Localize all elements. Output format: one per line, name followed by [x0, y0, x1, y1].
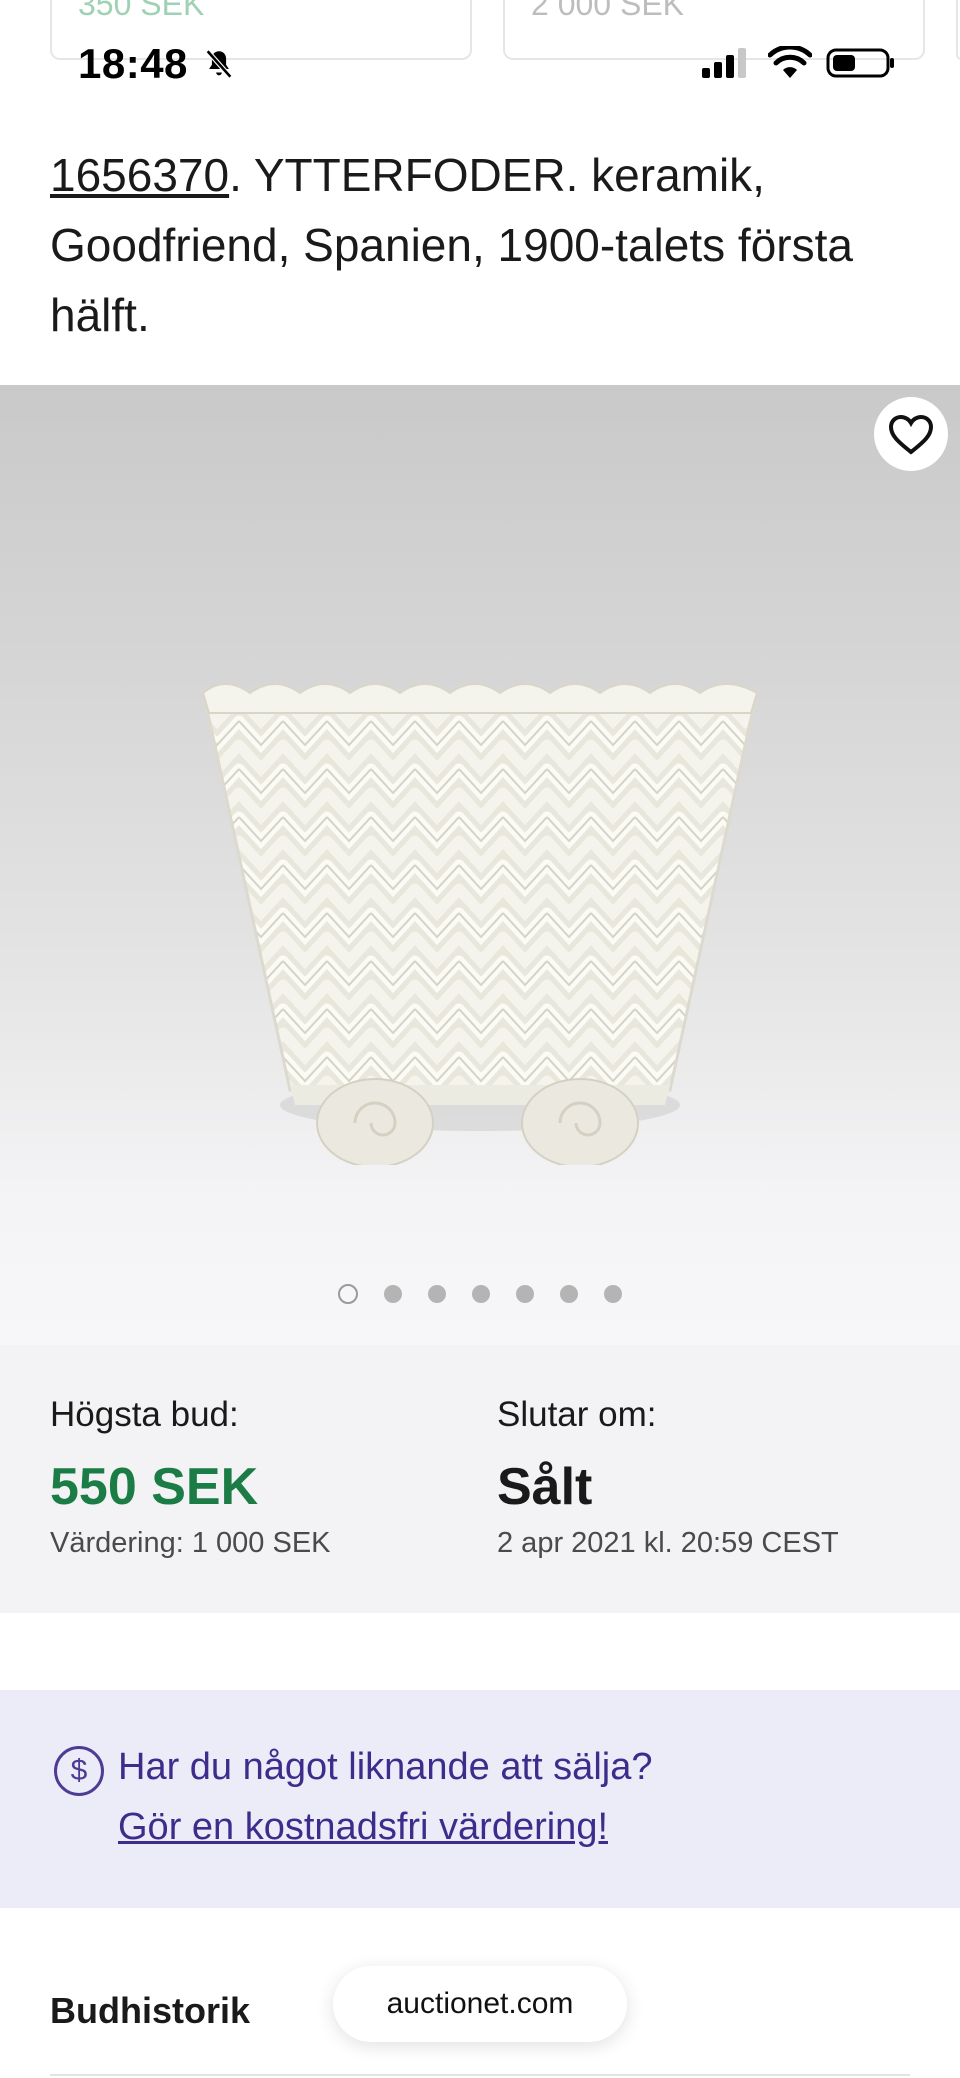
pagination-dot[interactable]: [560, 1285, 578, 1303]
dollar-circle-icon: $: [54, 1746, 104, 1796]
bid-info-panel: Högsta bud: 550 SEK Värdering: 1 000 SEK…: [0, 1345, 960, 1613]
lot-title: 1656370. YTTERFODER. keramik, Goodfriend…: [50, 140, 910, 350]
browser-url-bar[interactable]: auctionet.com: [333, 1966, 627, 2042]
valuation-text: Värdering: 1 000 SEK: [50, 1527, 331, 1559]
bell-slash-icon: [205, 49, 233, 79]
favorite-button[interactable]: [874, 397, 948, 471]
pagination-dot[interactable]: [472, 1285, 490, 1303]
battery-icon: [826, 48, 894, 78]
highest-bid-block: Högsta bud: 550 SEK Värdering: 1 000 SEK: [50, 1395, 331, 1560]
pagination-dot[interactable]: [428, 1285, 446, 1303]
promo-question: Har du något liknande att sälja?: [118, 1746, 653, 1788]
gallery-pagination: [0, 1283, 960, 1304]
product-image-ceramic-cachepot: [201, 683, 759, 1165]
pagination-dot[interactable]: [604, 1285, 622, 1303]
bid-history-heading: Budhistorik: [50, 1990, 251, 2031]
pagination-dot[interactable]: [516, 1285, 534, 1303]
status-time: 18:48: [78, 40, 188, 87]
divider: [50, 2074, 910, 2076]
wifi-icon: [768, 46, 812, 78]
card-price: 350 SEK: [78, 0, 205, 22]
ends-date: 2 apr 2021 kl. 20:59 CEST: [497, 1527, 839, 1559]
pagination-dot[interactable]: [338, 1284, 358, 1304]
sell-promo-banner: $ Har du något liknande att sälja? Gör e…: [0, 1690, 960, 1908]
cellular-signal-icon: [702, 48, 746, 78]
highest-bid-value: 550 SEK: [50, 1458, 259, 1516]
pagination-dot[interactable]: [384, 1285, 402, 1303]
ends-status: Sålt: [497, 1458, 593, 1516]
free-valuation-link[interactable]: Gör en kostnadsfri värdering!: [118, 1806, 608, 1849]
ends-block: Slutar om: Sålt 2 apr 2021 kl. 20:59 CES…: [497, 1395, 839, 1560]
status-bar: 18:48: [0, 36, 960, 92]
image-gallery[interactable]: [0, 385, 960, 1345]
lot-number-link[interactable]: 1656370: [50, 149, 229, 201]
card-price: 2 000 SEK: [531, 0, 684, 22]
ends-label: Slutar om:: [497, 1395, 657, 1434]
heart-icon: [888, 414, 934, 455]
highest-bid-label: Högsta bud:: [50, 1395, 239, 1434]
